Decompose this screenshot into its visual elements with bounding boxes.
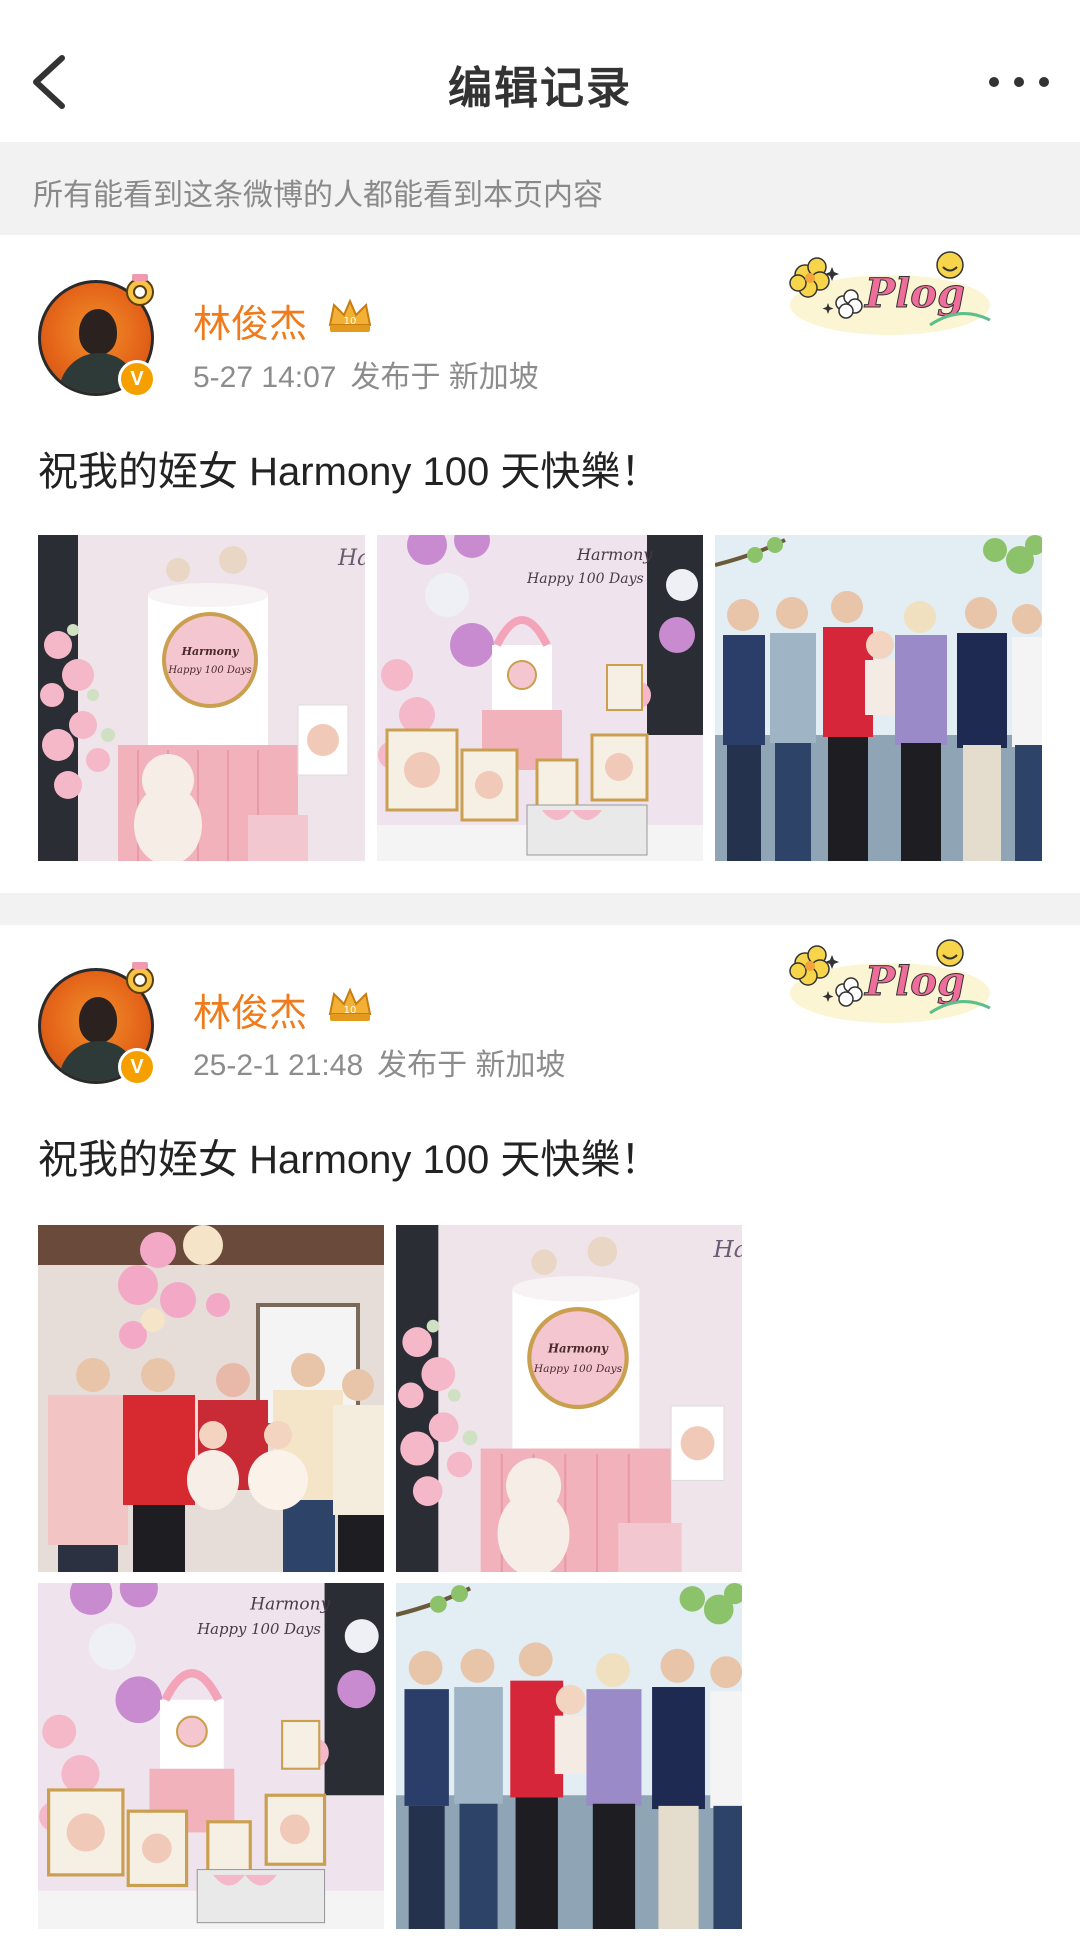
post-image[interactable]: Harmony Happy 100 Days xyxy=(377,535,703,861)
cake-closeup-image: Harmony Happy 100 Days Happ xyxy=(396,1225,742,1572)
post-location: 发布于 新加坡 xyxy=(350,361,539,394)
svg-text:Happy 100 Days: Happy 100 Days xyxy=(526,571,644,587)
avatar[interactable]: V xyxy=(38,962,156,1086)
post-time: 5-27 14:07 xyxy=(193,361,337,394)
avatar[interactable]: V xyxy=(38,274,156,398)
svg-text:Happy 100 Days: Happy 100 Days xyxy=(196,1620,321,1638)
post-image[interactable]: Harmony Happy 100 Days Happ xyxy=(38,535,365,861)
post-image[interactable] xyxy=(715,535,1042,861)
post-location: 发布于 新加坡 xyxy=(377,1049,566,1082)
cake-table-image: Harmony Happy 100 Days xyxy=(377,535,703,861)
svg-text:Happy 100 Days: Happy 100 Days xyxy=(167,665,251,676)
verified-badge-icon: V xyxy=(118,1048,156,1086)
svg-text:Harmony: Harmony xyxy=(249,1595,330,1615)
svg-text:Harmony: Harmony xyxy=(576,545,653,564)
group-photo-outdoor-image xyxy=(396,1583,742,1929)
post-version-2: V 林俊杰 10 25-2-1 21:48 发布于 新加坡 Plog 祝我的姪女 … xyxy=(0,925,1080,1951)
post-separator xyxy=(0,893,1080,925)
plog-sticker-icon: Plog xyxy=(789,251,991,335)
plog-sticker-icon: Plog xyxy=(789,939,991,1023)
crown-icon: 10 xyxy=(328,987,372,1021)
avatar-pendant-icon xyxy=(126,962,154,994)
group-photo-outdoor-image xyxy=(715,535,1042,861)
svg-text:Harmony: Harmony xyxy=(547,1342,609,1356)
svg-text:Happ: Happ xyxy=(712,1235,742,1263)
post-image[interactable]: Harmony Happy 100 Days xyxy=(38,1583,384,1929)
svg-text:Happy 100 Days: Happy 100 Days xyxy=(533,1362,623,1375)
post-meta: 25-2-1 21:48 发布于 新加坡 xyxy=(193,1040,565,1084)
post-text: 祝我的姪女 Harmony 100 天快樂！ xyxy=(38,450,661,494)
cake-closeup-image: Harmony Happy 100 Days Happ xyxy=(38,535,365,861)
post-version-1: V 林俊杰 10 5-27 14:07 发布于 新加坡 Plog 祝我的姪女 Ha… xyxy=(0,235,1080,893)
page-title: 编辑记录 xyxy=(448,64,632,113)
post-text: 祝我的姪女 Harmony 100 天快樂！ xyxy=(38,1138,661,1182)
avatar-pendant-icon xyxy=(126,274,154,306)
post-time: 25-2-1 21:48 xyxy=(193,1049,364,1082)
visibility-notice: 所有能看到这条微博的人都能看到本页内容 xyxy=(0,142,1080,235)
post-image[interactable] xyxy=(396,1583,742,1929)
svg-text:10: 10 xyxy=(344,1005,357,1016)
notice-text: 所有能看到这条微博的人都能看到本页内容 xyxy=(33,179,603,212)
svg-text:Happ: Happ xyxy=(337,546,365,571)
svg-text:Harmony: Harmony xyxy=(181,645,240,658)
username[interactable]: 林俊杰 xyxy=(193,293,307,348)
family-photo-image xyxy=(38,1225,384,1572)
verified-badge-icon: V xyxy=(118,360,156,398)
cake-table-image: Harmony Happy 100 Days xyxy=(38,1583,384,1929)
post-image[interactable]: Harmony Happy 100 Days Happ xyxy=(396,1225,742,1572)
svg-text:10: 10 xyxy=(344,316,357,327)
post-image[interactable] xyxy=(38,1225,384,1572)
username[interactable]: 林俊杰 xyxy=(193,982,307,1037)
post-meta: 5-27 14:07 发布于 新加坡 xyxy=(193,352,539,396)
crown-icon: 10 xyxy=(328,298,372,332)
nav-bar: 编辑记录 xyxy=(0,0,1080,142)
more-dots-icon[interactable] xyxy=(984,62,1054,102)
